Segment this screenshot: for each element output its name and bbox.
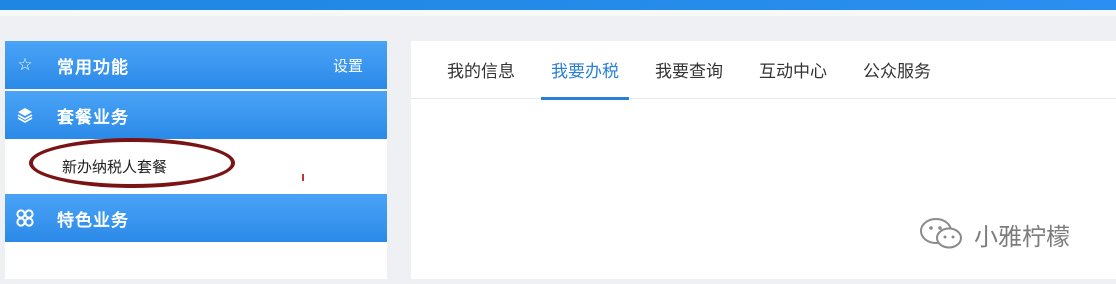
settings-link[interactable]: 设置 — [333, 41, 363, 89]
tab-tax-handling[interactable]: 我要办税 — [533, 41, 637, 100]
top-accent-bar — [0, 0, 1116, 10]
watermark: 小雅柠檬 — [918, 216, 1070, 252]
layers-icon — [5, 91, 45, 139]
wechat-icon — [920, 218, 962, 249]
tab-public-service[interactable]: 公众服务 — [845, 41, 949, 99]
sidebar-header-feature[interactable]: 特色业务 — [5, 194, 387, 242]
sidebar-header-common[interactable]: ☆ 常用功能 设置 — [5, 41, 387, 89]
sidebar-subitems: 新办纳税人套餐 — [5, 141, 387, 192]
sidebar-header-label: 常用功能 — [57, 57, 129, 78]
sidebar-header-label: 套餐业务 — [57, 107, 129, 128]
top-bar — [0, 0, 1116, 16]
tab-my-info[interactable]: 我的信息 — [429, 41, 533, 99]
red-mark — [302, 174, 304, 181]
clover-icon — [5, 194, 45, 242]
watermark-text: 小雅柠檬 — [974, 222, 1070, 251]
star-icon: ☆ — [17, 55, 33, 75]
tab-bar: 我的信息 我要办税 我要查询 互动中心 公众服务 — [411, 41, 1116, 100]
sidebar: ☆ 常用功能 设置 套餐业务 新办纳税人套餐 特色业务 — [5, 41, 387, 279]
sidebar-item-new-taxpayer-package[interactable]: 新办纳税人套餐 — [62, 156, 167, 177]
sidebar-header-label: 特色业务 — [57, 210, 129, 231]
sidebar-header-package[interactable]: 套餐业务 — [5, 91, 387, 139]
page: ☆ 常用功能 设置 套餐业务 新办纳税人套餐 特色业务 我的信息 我要办税 我要… — [0, 0, 1116, 284]
tab-query[interactable]: 我要查询 — [637, 41, 741, 99]
tab-interaction-center[interactable]: 互动中心 — [741, 41, 845, 99]
